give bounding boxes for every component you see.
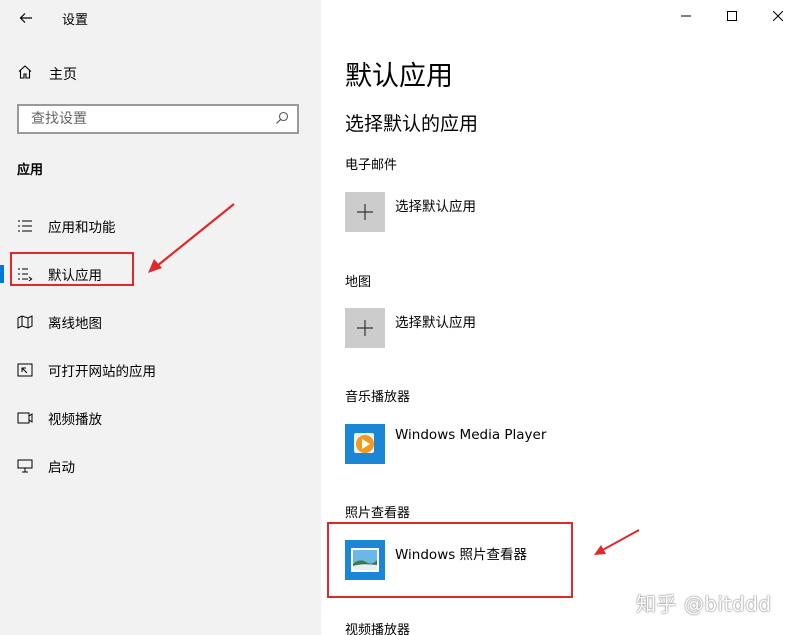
video-playback-icon [17, 410, 33, 426]
annotation-arrow-icon [594, 529, 640, 555]
minimize-icon [681, 15, 691, 17]
maximize-icon [727, 11, 737, 21]
sidebar: 设置 主页 应用 应用和功能 默认应用 [0, 0, 321, 635]
sidebar-item-label: 应用和功能 [48, 220, 116, 236]
window-title: 设置 [62, 13, 89, 28]
offline-maps-icon [17, 314, 33, 330]
search-icon[interactable] [275, 110, 289, 129]
category-label: 照片查看器 [345, 506, 411, 521]
page-subtitle: 选择默认的应用 [345, 113, 479, 135]
default-music-app[interactable]: Windows Media Player [345, 424, 546, 464]
selection-indicator [0, 265, 4, 283]
plus-icon [345, 308, 385, 348]
plus-icon [345, 192, 385, 232]
sidebar-item-apps-for-websites[interactable]: 可打开网站的应用 [0, 350, 321, 390]
startup-icon [17, 458, 33, 474]
home-icon [17, 64, 33, 84]
apps-features-icon [17, 218, 33, 234]
close-icon [773, 11, 783, 21]
sidebar-item-startup[interactable]: 启动 [0, 446, 321, 486]
default-maps-app[interactable]: 选择默认应用 [345, 308, 476, 348]
category-label: 视频播放器 [345, 623, 411, 635]
search-box[interactable] [17, 104, 299, 134]
minimize-button[interactable] [663, 0, 709, 32]
annotation-arrow-icon [148, 203, 235, 273]
app-name: Windows Media Player [395, 427, 547, 443]
apps-for-websites-icon [17, 362, 33, 378]
sidebar-item-label: 离线地图 [48, 316, 102, 332]
category-label: 地图 [345, 275, 372, 290]
sidebar-item-video-playback[interactable]: 视频播放 [0, 398, 321, 438]
home-button[interactable]: 主页 [17, 64, 77, 84]
maximize-button[interactable] [709, 0, 755, 32]
highlight-box [10, 252, 134, 286]
sidebar-item-label: 视频播放 [48, 412, 102, 428]
highlight-box [327, 522, 573, 598]
default-email-app[interactable]: 选择默认应用 [345, 192, 476, 232]
category-label: 音乐播放器 [345, 390, 411, 405]
sidebar-item-label: 可打开网站的应用 [48, 364, 156, 380]
back-arrow-icon[interactable] [14, 6, 38, 30]
sidebar-item-offline-maps[interactable]: 离线地图 [0, 302, 321, 342]
window-controls [663, 0, 801, 32]
home-label: 主页 [49, 67, 77, 83]
close-button[interactable] [755, 0, 801, 32]
app-name: 选择默认应用 [395, 199, 476, 215]
sidebar-item-label: 启动 [48, 460, 75, 476]
main-panel: 默认应用 选择默认的应用 电子邮件 选择默认应用 地图 选择默认应用 音乐播放器… [321, 0, 801, 635]
watermark: 知乎 @bitddd [636, 592, 772, 616]
search-input[interactable] [29, 110, 263, 128]
page-title: 默认应用 [345, 61, 453, 92]
app-name: 选择默认应用 [395, 315, 476, 331]
section-label: 应用 [17, 163, 44, 178]
windows-media-player-icon [345, 424, 385, 464]
category-label: 电子邮件 [345, 158, 398, 173]
